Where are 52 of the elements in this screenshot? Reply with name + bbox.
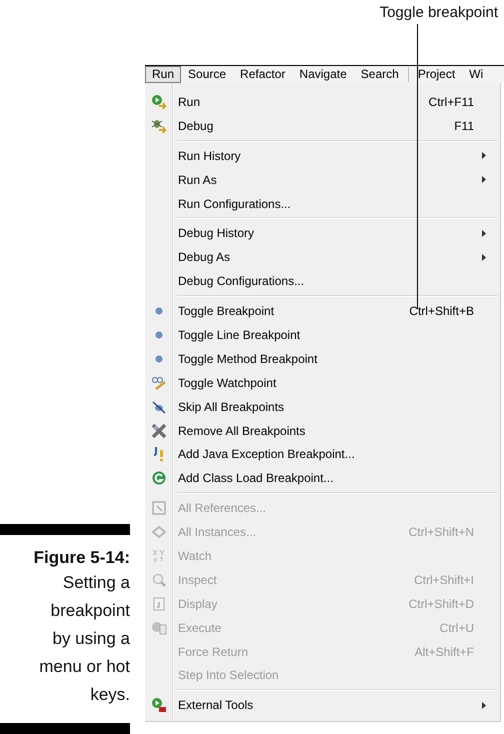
dot-icon — [154, 330, 162, 339]
dot-icon — [154, 354, 162, 363]
menu-item[interactable]: External Tools — [145, 693, 500, 718]
menu-item[interactable]: Debug History — [145, 221, 500, 246]
menu-item[interactable]: Toggle Method Breakpoint — [145, 346, 500, 371]
menu-item[interactable]: Remove All Breakpoints — [145, 418, 500, 442]
shortcut-text: Ctrl+F11 — [428, 94, 474, 109]
play-document-icon — [150, 620, 166, 635]
shortcut-text: Ctrl+Shift+B — [409, 304, 474, 318]
magnifier-icon — [152, 572, 166, 587]
menu-item[interactable]: Toggle Line Breakpoint — [145, 323, 500, 347]
menu-bar-item[interactable]: Wi — [462, 66, 490, 83]
shortcut-text: Ctrl+Shift+N — [408, 525, 474, 540]
menu-item[interactable]: Toggle Breakpoint Ctrl+Shift+B — [145, 299, 500, 324]
figure-number: Figure 5-14: — [32, 547, 130, 569]
menu-item[interactable]: Run Ctrl+F11 — [145, 90, 500, 114]
menu-bar-item[interactable]: Refactor — [233, 66, 292, 83]
crossed-dot-icon — [152, 400, 166, 414]
callout-label: Toggle breakpoint — [380, 4, 498, 21]
menu-item[interactable]: Add Java Exception Breakpoint... — [145, 442, 500, 466]
menu-item[interactable]: Debug Configurations... — [145, 269, 500, 294]
menu-item[interactable]: Debug As — [145, 245, 500, 270]
exclamation-icon — [152, 446, 166, 462]
shortcut-text: Alt+Shift+F — [414, 644, 474, 659]
menu-item[interactable]: Run Configurations... — [145, 192, 500, 216]
menu-item[interactable]: Add Class Load Breakpoint... — [145, 466, 500, 490]
bug-icon — [150, 118, 166, 134]
menu-bar-item[interactable]: Navigate — [292, 66, 354, 83]
menu-bar-item[interactable]: Search — [354, 66, 406, 83]
menu-item[interactable]: Run History — [145, 144, 500, 168]
circle-arrow-icon — [152, 471, 166, 486]
menu-bar-item[interactable]: Run — [145, 66, 182, 83]
figure-caption: Setting a breakpoint by using a menu or hot keys. — [38, 572, 130, 706]
diamond-icon — [152, 526, 166, 538]
shortcut-text: F11 — [454, 118, 474, 133]
expression-icon — [152, 548, 166, 563]
window-icon — [152, 501, 166, 516]
play-toolbox-icon — [150, 697, 166, 714]
menu-item[interactable]: Skip All Breakpoints — [145, 394, 500, 419]
shortcut-text: Ctrl+Shift+I — [414, 572, 474, 587]
menu-item[interactable]: Run As — [145, 168, 500, 192]
shortcut-text: Ctrl+Shift+D — [408, 596, 474, 611]
glasses-pencil-icon — [150, 374, 166, 391]
menu-bar-item[interactable]: Project — [410, 66, 462, 83]
play-icon — [150, 94, 166, 110]
menu-bar-item[interactable]: Source — [181, 66, 234, 83]
shortcut-text: Ctrl+U — [440, 620, 474, 635]
menu-item[interactable]: Toggle Watchpoint — [145, 370, 500, 395]
document-icon — [152, 596, 164, 611]
dot-icon — [154, 307, 162, 316]
menu-item[interactable]: Debug F11 — [145, 114, 500, 138]
remove-icon — [150, 422, 166, 439]
